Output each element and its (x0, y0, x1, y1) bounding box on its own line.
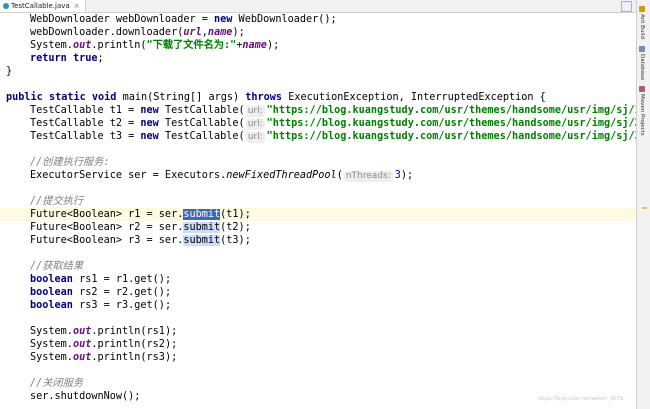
code-line: webDownloader.downloader(url,name); (30, 27, 245, 38)
code-line: System.out.println(rs1); (30, 326, 178, 337)
sidebar-tab-ant-build[interactable]: Ant Build (639, 6, 645, 39)
code-line: Future<Boolean> r2 = ser.submit(t2); (30, 222, 251, 233)
database-icon (639, 46, 645, 52)
parameter-hint: url: (245, 119, 265, 130)
code-line: public static void main(String[] args) t… (6, 92, 546, 103)
sidebar-tab-database[interactable]: Database (639, 46, 645, 80)
code-line: TestCallable t1 = new TestCallable(url: "… (30, 105, 636, 117)
sidebar-tab-maven-projects[interactable]: Maven Projects (639, 86, 645, 136)
parameter-hint: url: (245, 106, 265, 117)
java-class-icon (3, 3, 9, 9)
watermark-text: https://blog.csdn.net/weixin_4579... (538, 396, 628, 402)
code-comment: //获取结果 (30, 261, 84, 272)
maven-icon (639, 86, 645, 92)
code-line: System.out.println(rs3); (30, 352, 178, 363)
code-comment: //提交执行 (30, 196, 84, 207)
code-line: } (6, 66, 13, 77)
selected-text: submit (183, 209, 221, 220)
code-line: boolean rs2 = r2.get(); (30, 287, 172, 298)
code-line: System.out.println(rs2); (30, 339, 178, 350)
code-line: boolean rs1 = r1.get(); (30, 274, 172, 285)
tab-testcallable-java[interactable]: TestCallable.java × (0, 0, 86, 12)
tab-label: TestCallable.java (11, 2, 70, 10)
error-stripe-mark[interactable] (642, 207, 647, 209)
editor-tab-bar: TestCallable.java × (0, 0, 636, 13)
code-line: Future<Boolean> r3 = ser.submit(t3); (30, 235, 251, 246)
code-comment: //关闭服务 (30, 378, 84, 389)
code-line: boolean rs3 = r3.get(); (30, 300, 172, 311)
code-line: return true; (30, 53, 104, 64)
ant-icon (639, 6, 645, 12)
close-tab-icon[interactable]: × (74, 2, 80, 10)
code-line: TestCallable t2 = new TestCallable(url: "… (30, 118, 636, 130)
code-line: System.out.println("下载了文件名为:"+name); (30, 40, 280, 51)
code-line: ser.shutdownNow(); (30, 391, 141, 402)
restore-window-icon[interactable] (621, 1, 632, 12)
code-line: TestCallable t3 = new TestCallable(url: "… (30, 131, 636, 143)
right-tool-sidebar: Ant Build Database Maven Projects (636, 0, 650, 409)
code-line: ExecutorService ser = Executors.newFixed… (30, 170, 414, 182)
parameter-hint: url: (245, 132, 265, 143)
code-line: WebDownloader webDownloader = new WebDow… (30, 14, 337, 25)
code-editor[interactable]: WebDownloader webDownloader = new WebDow… (0, 13, 636, 409)
parameter-hint: nThreads: (343, 171, 393, 182)
current-code-line: Future<Boolean> r1 = ser.submit(t1); (0, 208, 636, 221)
code-comment: //创建执行服务: (30, 157, 110, 168)
